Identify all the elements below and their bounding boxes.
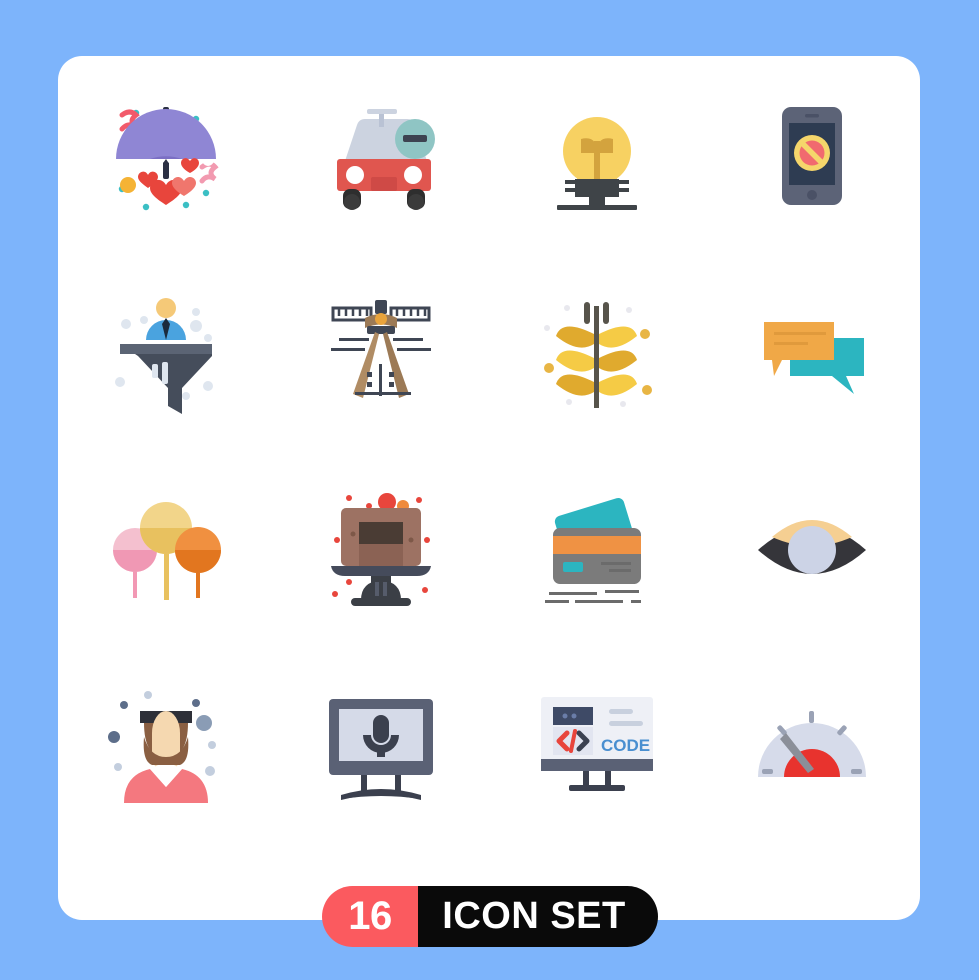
icon-grid: CODE: [58, 56, 920, 846]
chat-bubbles-icon: [764, 322, 865, 395]
speedometer-icon: [758, 711, 867, 778]
icon-cell-credit-cards[interactable]: [489, 451, 705, 649]
icon-cell-chat-bubbles[interactable]: [705, 254, 921, 452]
monitor-microphone-icon: [329, 699, 434, 801]
icon-cell-monitor-microphone[interactable]: [274, 649, 490, 847]
icon-cell-eye-view[interactable]: [705, 451, 921, 649]
funnel-user-icon: [114, 298, 213, 415]
icon-cell-car-remove[interactable]: [274, 56, 490, 254]
monitor-code-icon: CODE: [540, 697, 653, 792]
icon-cell-funnel-user[interactable]: [58, 254, 274, 452]
badge-count: 16: [322, 886, 418, 947]
graduate-student-icon: [107, 691, 216, 804]
light-bulb-icon: [556, 116, 637, 210]
eye-view-icon: [758, 519, 867, 574]
badge-label: ICON SET: [418, 886, 658, 947]
icon-cell-umbrella-hearts[interactable]: [58, 56, 274, 254]
icon-set-poster: CODE 16 ICON SET: [0, 0, 979, 980]
lollipops-icon: [112, 501, 221, 600]
cake-stand-icon: [331, 492, 432, 606]
icon-cell-mobile-block[interactable]: [705, 56, 921, 254]
icon-cell-monitor-code[interactable]: CODE: [489, 649, 705, 847]
icon-count-badge: 16 ICON SET: [322, 886, 658, 947]
icon-cell-graduate-student[interactable]: [58, 649, 274, 847]
car-remove-icon: [337, 108, 436, 210]
code-screen-text: CODE: [601, 736, 650, 755]
icon-cell-compass-divider[interactable]: [274, 254, 490, 452]
compass-divider-icon: [331, 300, 432, 399]
umbrella-hearts-icon: [115, 106, 219, 210]
icon-cell-light-bulb[interactable]: [489, 56, 705, 254]
wheat-grain-icon: [543, 302, 652, 409]
icon-cell-wheat-grain[interactable]: [489, 254, 705, 452]
icon-cell-speedometer[interactable]: [705, 649, 921, 847]
icon-cell-lollipops[interactable]: [58, 451, 274, 649]
credit-cards-icon: [544, 497, 641, 603]
mobile-block-icon: [782, 106, 843, 205]
icon-cell-cake-stand[interactable]: [274, 451, 490, 649]
